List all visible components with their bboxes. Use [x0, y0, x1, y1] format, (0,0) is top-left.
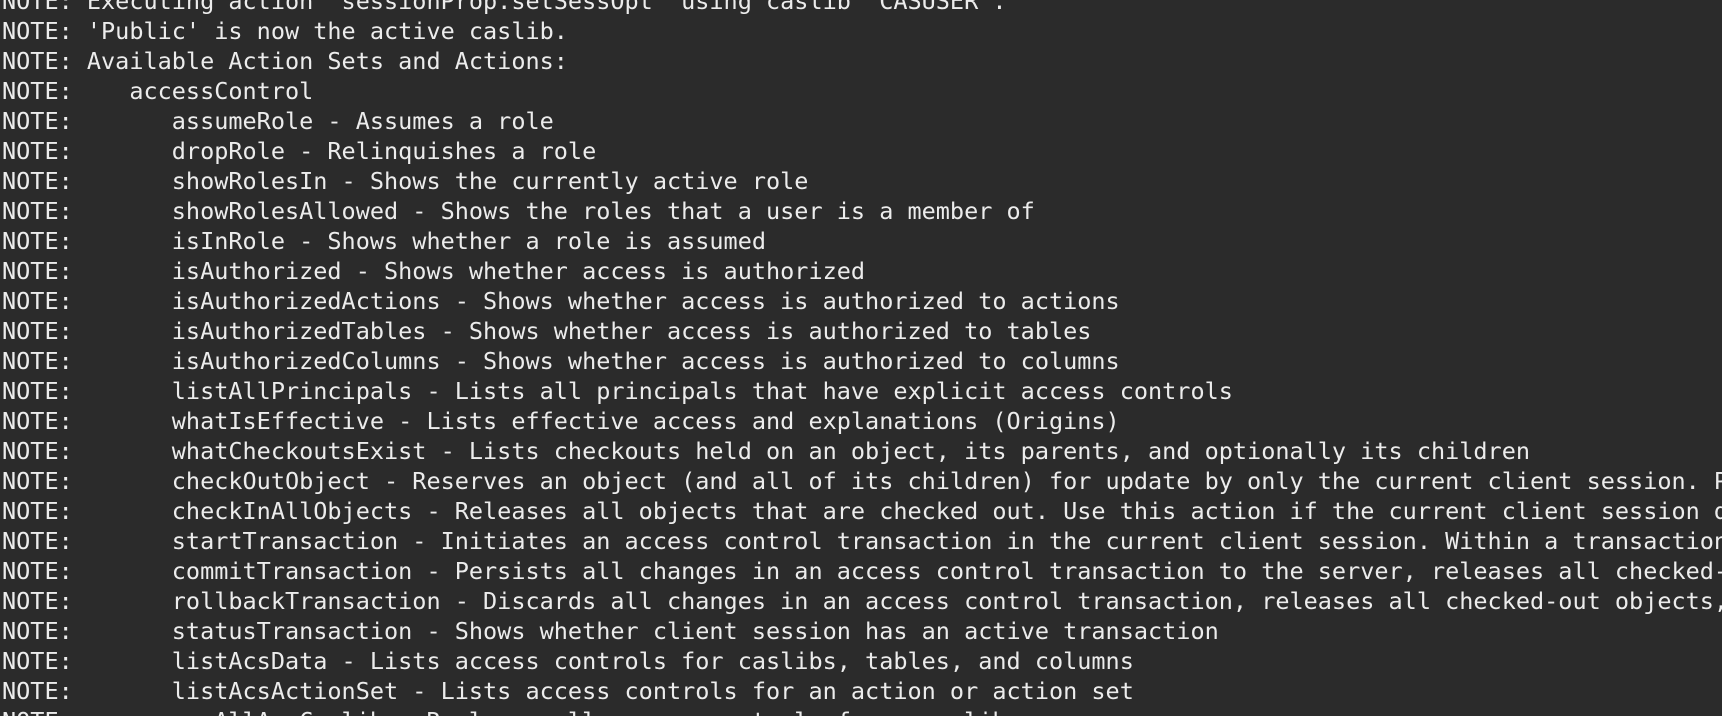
log-line: NOTE: dropRole - Relinquishes a role [2, 137, 597, 165]
log-line: NOTE: listAcsActionSet - Lists access co… [2, 677, 1134, 705]
log-line: NOTE: statusTransaction - Shows whether … [2, 617, 1219, 645]
log-line: NOTE: listAllPrincipals - Lists all prin… [2, 377, 1233, 405]
log-line: NOTE: isAuthorizedTables - Shows whether… [2, 317, 1092, 345]
log-line: NOTE: Available Action Sets and Actions: [2, 47, 568, 75]
log-line: NOTE: startTransaction - Initiates an ac… [2, 527, 1722, 555]
log-line: NOTE: showRolesAllowed - Shows the roles… [2, 197, 1035, 225]
log-line: NOTE: showRolesIn - Shows the currently … [2, 167, 809, 195]
log-lines: NOTE: Executing action 'sessionProp.setS… [2, 0, 1722, 716]
log-line: NOTE: repAllAcsCaslib - Replaces all acc… [2, 706, 1722, 716]
log-line: NOTE: whatIsEffective - Lists effective … [2, 407, 1120, 435]
terminal-output[interactable]: NOTE: Executing action 'sessionProp.setS… [0, 0, 1722, 716]
log-line: NOTE: checkOutObject - Reserves an objec… [2, 467, 1722, 495]
log-line: NOTE: isAuthorizedColumns - Shows whethe… [2, 347, 1120, 375]
log-line: NOTE: assumeRole - Assumes a role [2, 107, 554, 135]
log-line: NOTE: Executing action 'sessionProp.setS… [2, 0, 1007, 15]
log-line: NOTE: rollbackTransaction - Discards all… [2, 587, 1722, 615]
log-line: NOTE: isInRole - Shows whether a role is… [2, 227, 767, 255]
log-line: NOTE: listAcsData - Lists access control… [2, 647, 1134, 675]
log-line: NOTE: 'Public' is now the active caslib. [2, 17, 568, 45]
log-line: NOTE: isAuthorizedActions - Shows whethe… [2, 287, 1120, 315]
log-line: NOTE: accessControl [2, 77, 314, 105]
log-line: NOTE: checkInAllObjects - Releases all o… [2, 497, 1722, 525]
log-line: NOTE: whatCheckoutsExist - Lists checkou… [2, 437, 1531, 465]
log-line: NOTE: commitTransaction - Persists all c… [2, 557, 1722, 585]
log-line: NOTE: isAuthorized - Shows whether acces… [2, 257, 866, 285]
